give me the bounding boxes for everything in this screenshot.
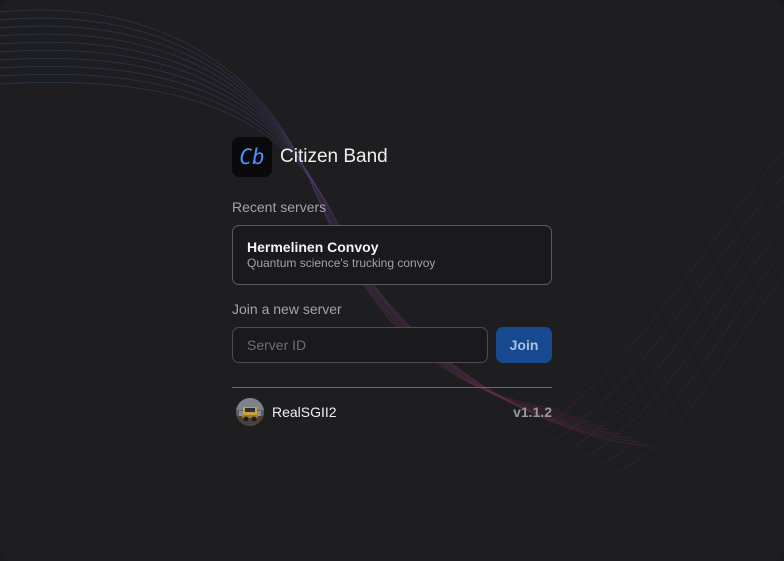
- version-label: v1.1.2: [513, 404, 552, 420]
- logo-text: Cb: [239, 146, 264, 168]
- app-title: Citizen Band: [280, 146, 388, 167]
- truck-avatar-icon: [236, 398, 264, 426]
- app-window: Cb Citizen Band Recent servers Hermeline…: [0, 0, 784, 561]
- server-description: Quantum science's trucking convoy: [247, 256, 436, 270]
- user-info[interactable]: RealSGII2: [232, 398, 337, 426]
- footer-divider: [232, 387, 552, 388]
- brand-header: Cb Citizen Band: [232, 136, 552, 178]
- server-name: Hermelinen Convoy: [247, 239, 379, 255]
- footer: RealSGII2 v1.1.2: [232, 398, 552, 426]
- join-row: Join: [232, 327, 552, 363]
- join-button[interactable]: Join: [496, 327, 552, 363]
- server-id-input[interactable]: [232, 327, 488, 363]
- recent-servers-label: Recent servers: [232, 199, 327, 215]
- connect-panel: Cb Citizen Band Recent servers Hermeline…: [232, 136, 552, 426]
- username: RealSGII2: [272, 404, 337, 420]
- join-server-label: Join a new server: [232, 301, 342, 317]
- recent-server-card[interactable]: Hermelinen Convoy Quantum science's truc…: [232, 225, 552, 285]
- citizen-band-logo-icon: Cb: [232, 137, 272, 177]
